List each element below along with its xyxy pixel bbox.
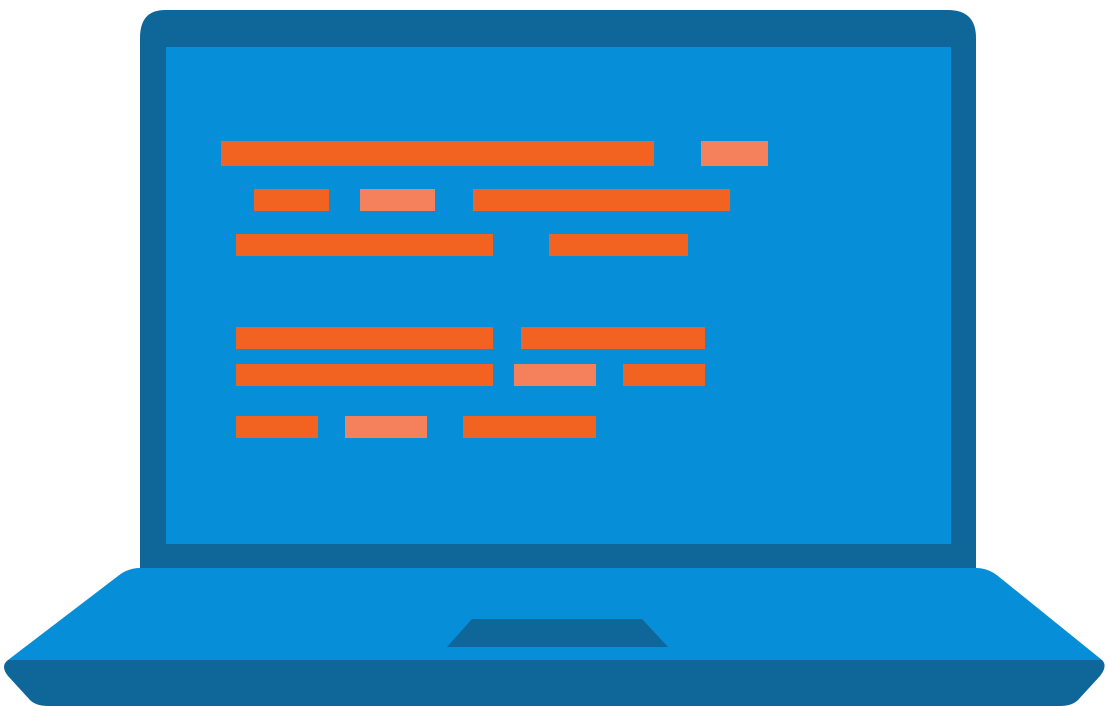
trackpad [447,619,668,647]
code-token [623,364,705,386]
code-token [236,364,493,386]
code-token [549,234,688,256]
laptop-screen [166,47,951,544]
code-token [463,416,596,438]
code-token [521,327,705,349]
code-token [360,189,435,211]
code-token [236,327,493,349]
code-token [473,189,730,211]
code-token [221,141,654,166]
laptop-base-front [4,660,1105,706]
code-token [514,364,596,386]
laptop-icon [4,10,1105,706]
code-token [345,416,427,438]
laptop-illustration [0,0,1108,706]
code-token [236,416,318,438]
code-token [701,141,768,166]
code-token [236,234,493,256]
code-token [254,189,329,211]
